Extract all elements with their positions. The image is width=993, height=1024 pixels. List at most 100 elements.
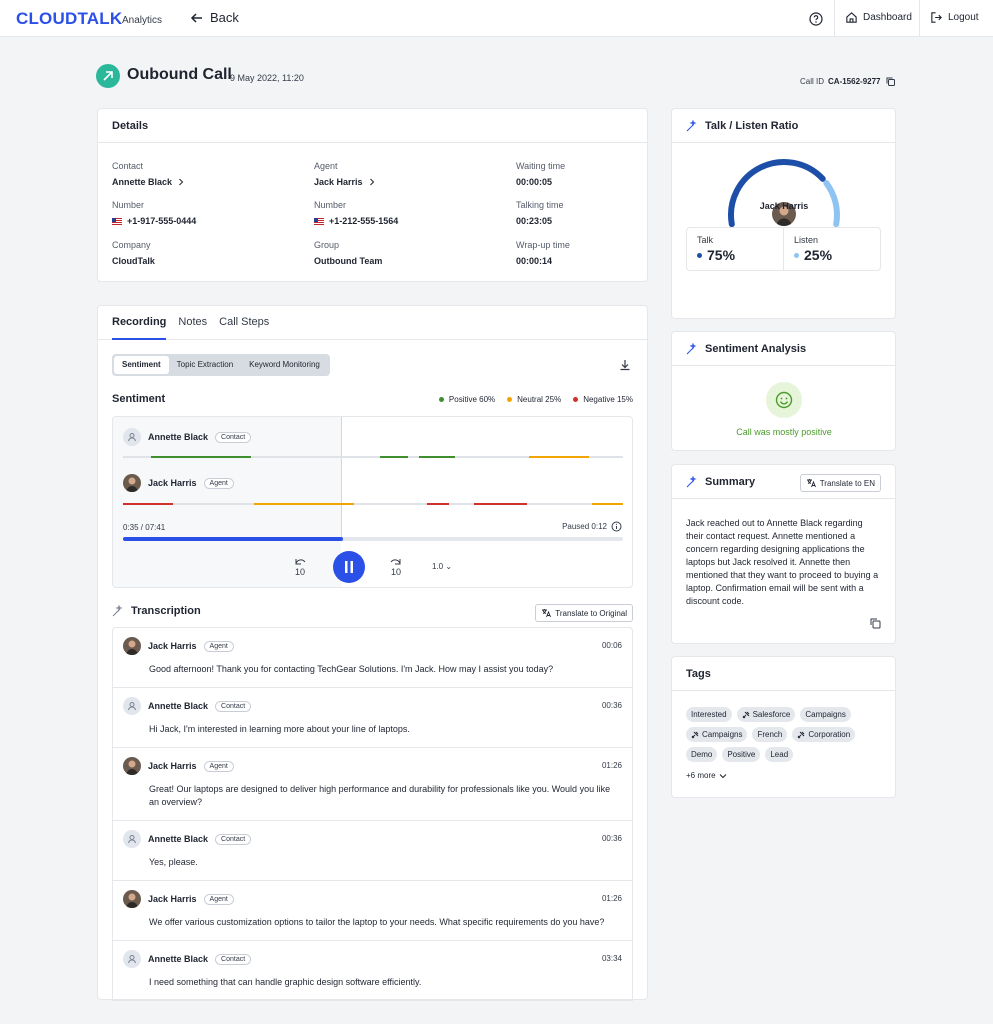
segment-keyword-monitoring[interactable]: Keyword Monitoring xyxy=(241,356,328,374)
dashboard-label: Dashboard xyxy=(863,12,912,23)
integration-icon xyxy=(798,731,805,738)
magic-wand-icon xyxy=(686,119,697,131)
back-button[interactable]: Back xyxy=(190,10,239,25)
translate-en-button[interactable]: Translate to EN xyxy=(799,474,881,492)
tab-call-steps[interactable]: Call Steps xyxy=(219,306,269,340)
arrow-left-icon xyxy=(190,12,202,23)
tag[interactable]: Lead xyxy=(765,747,794,762)
forward-button[interactable]: 10 xyxy=(389,558,403,577)
legend-positive: Positive 60% xyxy=(438,395,496,404)
tag[interactable]: Demo xyxy=(686,747,718,762)
tab-bar: Recording Notes Call Steps xyxy=(112,306,269,340)
tag-label: Campaigns xyxy=(805,710,846,719)
listen-cell: Listen 25% xyxy=(783,228,880,270)
contact-number: +1-917-555-0444 xyxy=(127,216,197,226)
sentiment-caption: Call was mostly positive xyxy=(736,427,832,437)
summary-text: Jack reached out to Annette Black regard… xyxy=(686,518,879,606)
role-badge: Contact xyxy=(215,700,252,712)
timestamp[interactable]: 00:36 xyxy=(602,701,622,710)
info-icon[interactable] xyxy=(611,521,622,532)
agent-avatar xyxy=(123,757,141,775)
translate-icon xyxy=(806,479,816,488)
listen-value: 25% xyxy=(804,247,833,263)
tag[interactable]: Campaigns xyxy=(686,727,748,742)
sentiment-segment xyxy=(419,456,455,458)
agent-avatar xyxy=(123,890,141,908)
chevron-right-icon xyxy=(179,178,184,186)
tag[interactable]: Positive xyxy=(722,747,761,762)
tag[interactable]: Salesforce xyxy=(736,707,796,722)
speaker-name: Jack Harris xyxy=(148,761,197,771)
tag[interactable]: Campaigns xyxy=(800,707,851,722)
transcript-text: Hi Jack, I'm interested in learning more… xyxy=(149,724,410,734)
user-icon xyxy=(123,428,141,446)
translate-en-label: Translate to EN xyxy=(819,478,875,488)
user-icon xyxy=(123,830,141,848)
sentiment-segment xyxy=(529,456,589,458)
copy-icon[interactable] xyxy=(885,76,896,87)
playback-progress[interactable] xyxy=(123,537,623,541)
paused-label: Paused 0:12 xyxy=(562,522,607,531)
tag[interactable]: French xyxy=(752,727,788,742)
speed-select[interactable]: 1.0 ⌄ xyxy=(432,562,452,571)
talking-value: 00:23:05 xyxy=(516,216,553,226)
audio-player: Annette Black Contact Jack Harris Agent … xyxy=(112,416,633,588)
timestamp[interactable]: 01:26 xyxy=(602,761,622,770)
transcript-text: Yes, please. xyxy=(149,857,198,867)
tag[interactable]: Corporation xyxy=(792,727,856,742)
more-tags-button[interactable]: +6 more xyxy=(686,771,727,780)
legend-label: Positive 60% xyxy=(448,395,496,404)
sentiment-segment xyxy=(254,503,354,505)
segment-sentiment[interactable]: Sentiment xyxy=(114,356,169,374)
divider xyxy=(919,0,920,37)
timestamp[interactable]: 03:34 xyxy=(602,954,622,963)
timestamp[interactable]: 01:26 xyxy=(602,894,622,903)
forward-icon xyxy=(390,559,401,565)
speaker-name: Jack Harris xyxy=(148,894,197,904)
legend-neutral: Neutral 25% xyxy=(507,395,561,404)
company-label: Company xyxy=(112,240,151,250)
tab-notes[interactable]: Notes xyxy=(178,306,207,340)
user-icon xyxy=(123,950,141,968)
transcript-text: Great! Our laptops are designed to deliv… xyxy=(149,784,611,807)
transcript-item: Annette Black Contact 03:34 I need somethin… xyxy=(113,941,632,1001)
dashboard-link[interactable]: Dashboard xyxy=(845,11,912,24)
agent-sentiment-track xyxy=(123,503,623,505)
talk-label: Talk xyxy=(697,235,714,245)
pause-button[interactable] xyxy=(333,551,365,583)
magic-wand-icon xyxy=(686,342,697,354)
tag[interactable]: Interested xyxy=(686,707,732,722)
tab-recording[interactable]: Recording xyxy=(112,306,167,340)
playhead[interactable] xyxy=(341,417,342,541)
help-icon[interactable] xyxy=(807,10,825,28)
agent-link[interactable]: Jack Harris xyxy=(314,177,376,187)
progress-fill xyxy=(123,537,343,541)
sentiment-title: Sentiment xyxy=(112,393,166,405)
call-id: Call ID CA-1562-9277 xyxy=(800,76,896,87)
logout-icon xyxy=(931,12,942,23)
listen-dot xyxy=(794,252,799,258)
timestamp[interactable]: 00:06 xyxy=(602,641,622,650)
user-icon xyxy=(123,697,141,715)
contact-link[interactable]: Annette Black xyxy=(112,177,185,187)
translate-original-button[interactable]: Translate to Original xyxy=(535,604,633,622)
logout-link[interactable]: Logout xyxy=(930,11,979,24)
speaker-agent: Jack Harris Agent xyxy=(123,474,234,492)
sentiment-segment xyxy=(427,503,449,505)
paused-indicator: Paused 0:12 xyxy=(562,521,622,532)
download-icon[interactable] xyxy=(618,358,632,372)
group-label: Group xyxy=(314,240,340,250)
wrap-value: 00:00:14 xyxy=(516,256,553,266)
translate-icon xyxy=(542,609,552,618)
segment-topic-extraction[interactable]: Topic Extraction xyxy=(169,356,241,374)
role-badge: Contact xyxy=(215,431,252,443)
legend-label: Negative 15% xyxy=(583,395,633,404)
rewind-button[interactable]: 10 xyxy=(293,558,307,577)
integration-icon xyxy=(742,711,749,718)
contact-number-label: Number xyxy=(112,200,145,210)
talk-listen-header: Talk / Listen Ratio xyxy=(672,109,895,143)
copy-icon[interactable] xyxy=(869,617,881,629)
timestamp[interactable]: 00:36 xyxy=(602,834,622,843)
speaker-contact: Annette Black Contact xyxy=(123,428,252,446)
waiting-label: Waiting time xyxy=(516,161,566,171)
